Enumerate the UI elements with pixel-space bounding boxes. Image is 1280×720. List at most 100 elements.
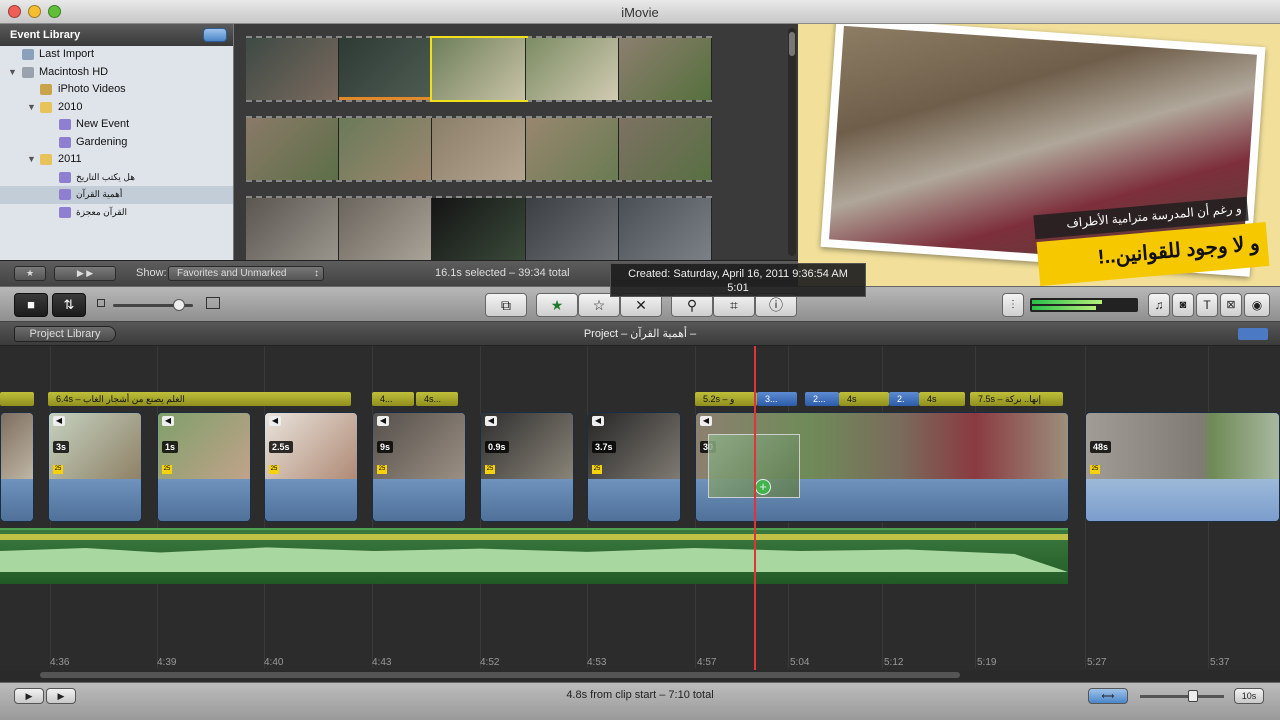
clip-info-tooltip: Created: Saturday, April 16, 2011 9:36:5…: [610, 263, 866, 297]
selection-info: 16.1s selected – 39:34 total: [435, 267, 570, 279]
event-browser: [234, 24, 798, 260]
clip-thumbnail[interactable]: [246, 198, 340, 260]
clip-thumbnail[interactable]: [246, 38, 340, 100]
speaker-icon: ◀: [700, 416, 712, 426]
swap-icon[interactable]: ⇅: [52, 293, 86, 317]
clip-tag: 25: [269, 465, 279, 474]
background-music-track[interactable]: [0, 528, 1068, 584]
sidebar-item-label: iPhoto Videos: [58, 83, 126, 95]
time-label: 4:57: [697, 657, 717, 668]
scroll-thumb[interactable]: [789, 32, 795, 56]
folder-icon: [40, 154, 52, 165]
thumbnail-size-slider[interactable]: [113, 299, 193, 311]
timeline-clip[interactable]: ◀ 3s 25: [48, 412, 142, 522]
playhead[interactable]: [754, 346, 756, 670]
disclosure-triangle-icon[interactable]: ▼: [27, 99, 36, 117]
clip-duration-badge: 48s: [1090, 441, 1112, 453]
map-icon[interactable]: ◉: [1244, 293, 1270, 317]
clip-thumbnail[interactable]: [525, 118, 619, 180]
timeline-scrollbar[interactable]: [0, 670, 1280, 680]
clip-thumbnail[interactable]: [432, 118, 526, 180]
title-bar-clip[interactable]: 4...: [372, 392, 414, 406]
scroll-thumb[interactable]: [40, 672, 960, 678]
title-bar-clip[interactable]: 4s: [839, 392, 889, 406]
sidebar-item-gardening[interactable]: Gardening: [0, 134, 233, 152]
clip-thumbnail[interactable]: [618, 38, 713, 100]
title-bar-clip[interactable]: 4s...: [416, 392, 458, 406]
title-bar-clip[interactable]: 4s: [919, 392, 965, 406]
favorite-star-icon[interactable]: ★: [536, 293, 578, 317]
sidebar-item-event-history[interactable]: هل يكتب التاريخ: [0, 169, 233, 187]
slider-knob[interactable]: [173, 299, 185, 311]
timeline-clip[interactable]: 48s 25: [1085, 412, 1280, 522]
title-bar-clip[interactable]: [0, 392, 34, 406]
clip-thumbnail[interactable]: [432, 198, 526, 260]
event-list-toggle-button[interactable]: ★: [14, 266, 46, 281]
time-label: 5:27: [1087, 657, 1107, 668]
iphoto-icon: [40, 84, 52, 95]
title-bar-clip[interactable]: 5.2s – و: [695, 392, 757, 406]
transition-icon[interactable]: ⊠: [1220, 293, 1242, 317]
clip-tag: 25: [485, 465, 495, 474]
clip-thumbnail[interactable]: [618, 198, 713, 260]
timeline-clip[interactable]: ◀ 0.9s 25: [480, 412, 574, 522]
event-star-icon: [59, 189, 71, 200]
clip-tag: 25: [162, 465, 172, 474]
add-to-project-icon[interactable]: ⧉: [485, 293, 527, 317]
timeline-clip[interactable]: [0, 412, 34, 522]
timeline-clip[interactable]: ◀ 9s 25: [372, 412, 466, 522]
audio-waveform-toggle[interactable]: ⟷: [1088, 688, 1128, 704]
clip-filmstrip[interactable]: [246, 116, 713, 182]
music-note-icon[interactable]: ♫: [1148, 293, 1170, 317]
clip-thumbnail[interactable]: [525, 198, 619, 260]
clip-thumbnail[interactable]: [339, 38, 433, 100]
browser-scrollbar[interactable]: [788, 28, 796, 256]
sidebar-item-iphoto-videos[interactable]: iPhoto Videos: [0, 81, 233, 99]
slider-knob[interactable]: [1188, 690, 1198, 702]
clip-thumbnail[interactable]: [525, 38, 619, 100]
music-waveform: [0, 547, 1068, 572]
sidebar-item-quran-miracle[interactable]: القرآن معجزة: [0, 204, 233, 222]
timeline-clip[interactable]: ◀ 1s 25: [157, 412, 251, 522]
clip-filmstrip[interactable]: [246, 36, 713, 102]
timeline-clip[interactable]: ◀ 3.7s 25: [587, 412, 681, 522]
sidebar-item-last-import[interactable]: Last Import: [0, 46, 233, 64]
play-event-button[interactable]: ▶ ▶: [54, 266, 116, 281]
sidebar-item-new-event[interactable]: New Event: [0, 116, 233, 134]
speaker-icon: ◀: [53, 416, 65, 426]
eject-icon[interactable]: [203, 28, 227, 42]
title-bar-clip[interactable]: 6.4s – الغلم يصنع من أشجار الغاب: [48, 392, 351, 406]
title-bar-clip[interactable]: 2.: [889, 392, 919, 406]
timeline-zoom-slider[interactable]: [1140, 690, 1224, 702]
project-timeline: 6.4s – الغلم يصنع من أشجار الغاب 4... 4s…: [0, 346, 1280, 682]
view-toggle-icon[interactable]: [1238, 328, 1268, 340]
selected-clip-thumbnail[interactable]: [430, 36, 528, 102]
title-bar-clip[interactable]: 3...: [757, 392, 797, 406]
clip-thumbnail[interactable]: [339, 198, 433, 260]
time-label: 4:53: [587, 657, 607, 668]
photo-icon[interactable]: ◙: [1172, 293, 1194, 317]
audio-level-meter: [1030, 298, 1138, 312]
disclosure-triangle-icon[interactable]: ▼: [8, 64, 17, 82]
sidebar-item-quran-importance[interactable]: أهمية القرآن: [0, 186, 233, 204]
event-star-icon: [59, 171, 71, 183]
project-header: Project Library Project – أهمية القرآن –: [0, 322, 1280, 346]
camera-icon[interactable]: ■: [14, 293, 48, 317]
disclosure-triangle-icon[interactable]: ▼: [27, 151, 36, 169]
sidebar-item-macintosh-hd[interactable]: ▼ Macintosh HD: [0, 64, 233, 82]
title-icon[interactable]: T: [1196, 293, 1218, 317]
clip-thumbnail[interactable]: [339, 118, 433, 180]
clip-filmstrip[interactable]: [246, 196, 713, 260]
sidebar-item-label: New Event: [76, 118, 130, 130]
show-filter-select[interactable]: Favorites and Unmarked ↕: [168, 266, 324, 281]
title-bar-clip[interactable]: 2...: [805, 392, 839, 406]
clip-thumbnail[interactable]: [618, 118, 713, 180]
audio-skimming-icon[interactable]: ⋮: [1002, 293, 1024, 317]
clip-duration-badge: 1s: [162, 441, 179, 453]
sidebar-item-2010[interactable]: ▼ 2010: [0, 99, 233, 117]
title-bar-clip[interactable]: 7.5s – إنها.. بركة: [970, 392, 1063, 406]
clip-video: [1086, 413, 1279, 479]
clip-thumbnail[interactable]: [246, 118, 340, 180]
sidebar-item-2011[interactable]: ▼ 2011: [0, 151, 233, 169]
timeline-clip[interactable]: ◀ 2.5s 25: [264, 412, 358, 522]
